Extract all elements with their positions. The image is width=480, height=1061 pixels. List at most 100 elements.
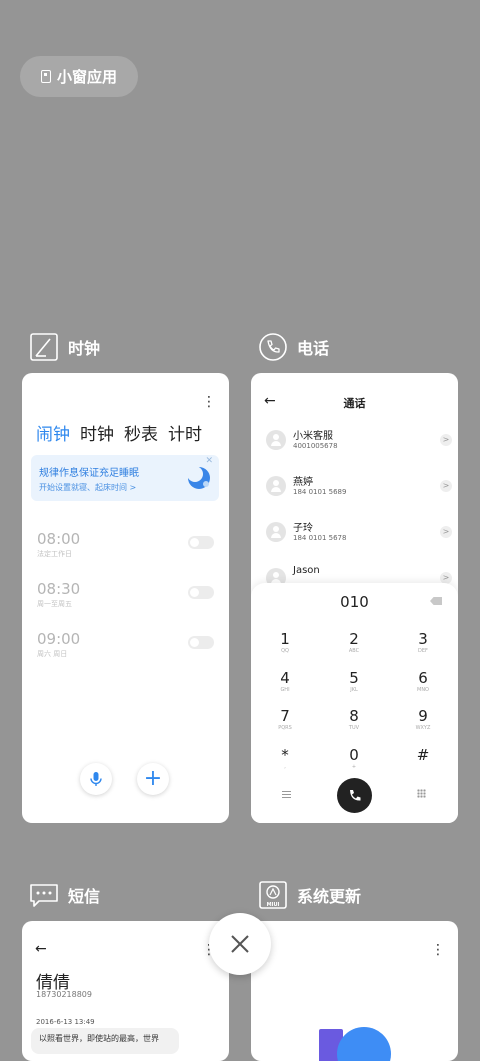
dial-digit: 8 — [349, 707, 359, 725]
tab-timer[interactable]: 计时 — [168, 420, 202, 445]
microphone-icon — [90, 772, 102, 786]
update-app-name: 系统更新 — [297, 887, 362, 906]
sleep-banner-subtitle: 开始设置就寝、起床时间 > — [39, 483, 137, 492]
close-icon — [231, 935, 249, 953]
dial-digit: 6 — [418, 669, 428, 687]
sleep-banner[interactable]: 规律作息保证充足睡眠 开始设置就寝、起床时间 > ✕ — [31, 455, 219, 501]
update-app-card[interactable]: ⋮ — [251, 921, 458, 1061]
dial-letters: PQRS — [278, 725, 292, 731]
dial-letters: DEF — [418, 648, 428, 654]
contact-name: 子玲 — [293, 523, 313, 534]
sms-message-bubble[interactable]: 以照看世界，即使站的最高，世界 — [31, 1028, 179, 1054]
clock-app-header[interactable]: 时钟 — [30, 333, 100, 361]
phone-app-icon — [259, 333, 287, 361]
alarm-item[interactable]: 09:00 周六 周日 — [37, 630, 217, 659]
clock-app-icon — [30, 333, 58, 361]
floating-window-label: 小窗应用 — [56, 68, 117, 86]
chevron-right-icon[interactable]: > — [440, 526, 452, 538]
dial-input[interactable]: 010 — [251, 593, 458, 611]
dial-letters: MNO — [417, 687, 429, 693]
phone-app-card[interactable]: ← 通话 小米客服 4001005678 > 燕婷 184 0101 5689 … — [251, 373, 458, 823]
phone-call-icon — [349, 789, 360, 801]
plus-icon: + — [143, 766, 163, 791]
dial-key-1[interactable]: 1 QQ — [265, 631, 305, 655]
update-graphic-circle — [337, 1027, 391, 1061]
sms-app-icon — [30, 884, 58, 907]
dial-letters: GHI — [280, 687, 290, 693]
avatar — [266, 522, 286, 542]
sms-date: 2016-6-13 13:49 — [36, 1018, 95, 1026]
sms-app-name: 短信 — [68, 887, 101, 906]
update-app-header[interactable]: MIUI 系统更新 — [259, 881, 361, 909]
dial-key-0[interactable]: 0 + — [334, 747, 374, 771]
dial-digit: 1 — [280, 630, 290, 648]
clock-app-name: 时钟 — [68, 339, 101, 358]
more-menu-icon[interactable]: ⋮ — [202, 395, 216, 409]
voice-alarm-button[interactable] — [80, 763, 112, 795]
contact-name: 小米客服 — [293, 431, 333, 442]
alarm-toggle[interactable] — [188, 636, 214, 649]
close-all-button[interactable] — [209, 913, 271, 975]
dial-key-2[interactable]: 2 ABC — [334, 631, 374, 655]
alarm-repeat: 周六 周日 — [37, 650, 68, 658]
dial-key-5[interactable]: 5 JKL — [334, 670, 374, 694]
clock-tabs: 闹钟 时钟 秒表 计时 — [36, 420, 202, 445]
sms-contact-number: 18730218809 — [36, 990, 92, 999]
alarm-item[interactable]: 08:00 法定工作日 — [37, 530, 217, 559]
dial-key-3[interactable]: 3 DEF — [403, 631, 443, 655]
contact-row[interactable]: 燕婷 184 0101 5689 > — [266, 474, 452, 500]
avatar — [266, 430, 286, 450]
dial-key-9[interactable]: 9 WXYZ — [403, 708, 443, 732]
call-button[interactable] — [337, 778, 372, 813]
dial-letters: , — [284, 764, 286, 770]
dial-digit: 3 — [418, 630, 428, 648]
alarm-repeat: 法定工作日 — [37, 550, 72, 558]
phone-app-name: 电话 — [297, 339, 330, 358]
alarm-toggle[interactable] — [188, 536, 214, 549]
contact-number: 184 0101 5678 — [293, 534, 347, 542]
contact-row[interactable]: 小米客服 4001005678 > — [266, 428, 452, 454]
dial-key-7[interactable]: 7 PQRS — [265, 708, 305, 732]
sms-app-header[interactable]: 短信 — [30, 881, 100, 909]
contact-number: 184 0101 5689 — [293, 488, 347, 496]
chevron-right-icon[interactable]: > — [440, 480, 452, 492]
dial-key-star[interactable]: *, — [265, 747, 305, 771]
keypad-icon[interactable] — [417, 789, 426, 798]
dial-digit: 7 — [280, 707, 290, 725]
tab-alarm[interactable]: 闹钟 — [36, 420, 70, 445]
dial-key-4[interactable]: 4 GHI — [265, 670, 305, 694]
dial-letters: QQ — [281, 648, 289, 654]
back-arrow-icon[interactable]: ← — [35, 941, 47, 957]
sleep-banner-title: 规律作息保证充足睡眠 — [39, 468, 139, 479]
dial-letters: WXYZ — [415, 725, 431, 731]
alarm-item[interactable]: 08:30 周一至周五 — [37, 580, 217, 609]
avatar — [266, 476, 286, 496]
phone-app-header[interactable]: 电话 — [259, 333, 329, 361]
dial-key-8[interactable]: 8 TUV — [334, 708, 374, 732]
dial-digit: 9 — [418, 707, 428, 725]
contact-number: 4001005678 — [293, 442, 338, 450]
sleep-moon-icon — [187, 466, 210, 489]
calls-title: 通话 — [343, 397, 366, 410]
update-icon-text: MIUI — [267, 902, 280, 908]
tab-clock[interactable]: 时钟 — [80, 420, 114, 445]
dial-key-6[interactable]: 6 MNO — [403, 670, 443, 694]
alarm-repeat: 周一至周五 — [37, 600, 72, 608]
tab-stopwatch[interactable]: 秒表 — [124, 420, 158, 445]
contact-row[interactable]: 子玲 184 0101 5678 > — [266, 520, 452, 546]
more-menu-icon[interactable]: ⋮ — [431, 943, 445, 957]
dial-digit: 5 — [349, 669, 359, 687]
dial-digit: 4 — [280, 669, 290, 687]
alarm-toggle[interactable] — [188, 586, 214, 599]
menu-icon[interactable] — [282, 791, 291, 798]
dial-key-hash[interactable]: # — [403, 747, 443, 764]
sms-app-card[interactable]: ← ⋮ 倩倩 18730218809 2016-6-13 13:49 以照看世界… — [22, 921, 229, 1061]
add-alarm-button[interactable]: + — [137, 763, 169, 795]
contact-name: Jason — [293, 565, 320, 576]
dial-letters: JKL — [350, 687, 358, 693]
chevron-right-icon[interactable]: > — [440, 434, 452, 446]
dial-digit: 0 — [349, 746, 359, 764]
update-app-icon: MIUI — [259, 881, 287, 909]
floating-window-button[interactable]: 小窗应用 — [20, 56, 138, 97]
clock-app-card[interactable]: ⋮ 闹钟 时钟 秒表 计时 规律作息保证充足睡眠 开始设置就寝、起床时间 > ✕… — [22, 373, 229, 823]
